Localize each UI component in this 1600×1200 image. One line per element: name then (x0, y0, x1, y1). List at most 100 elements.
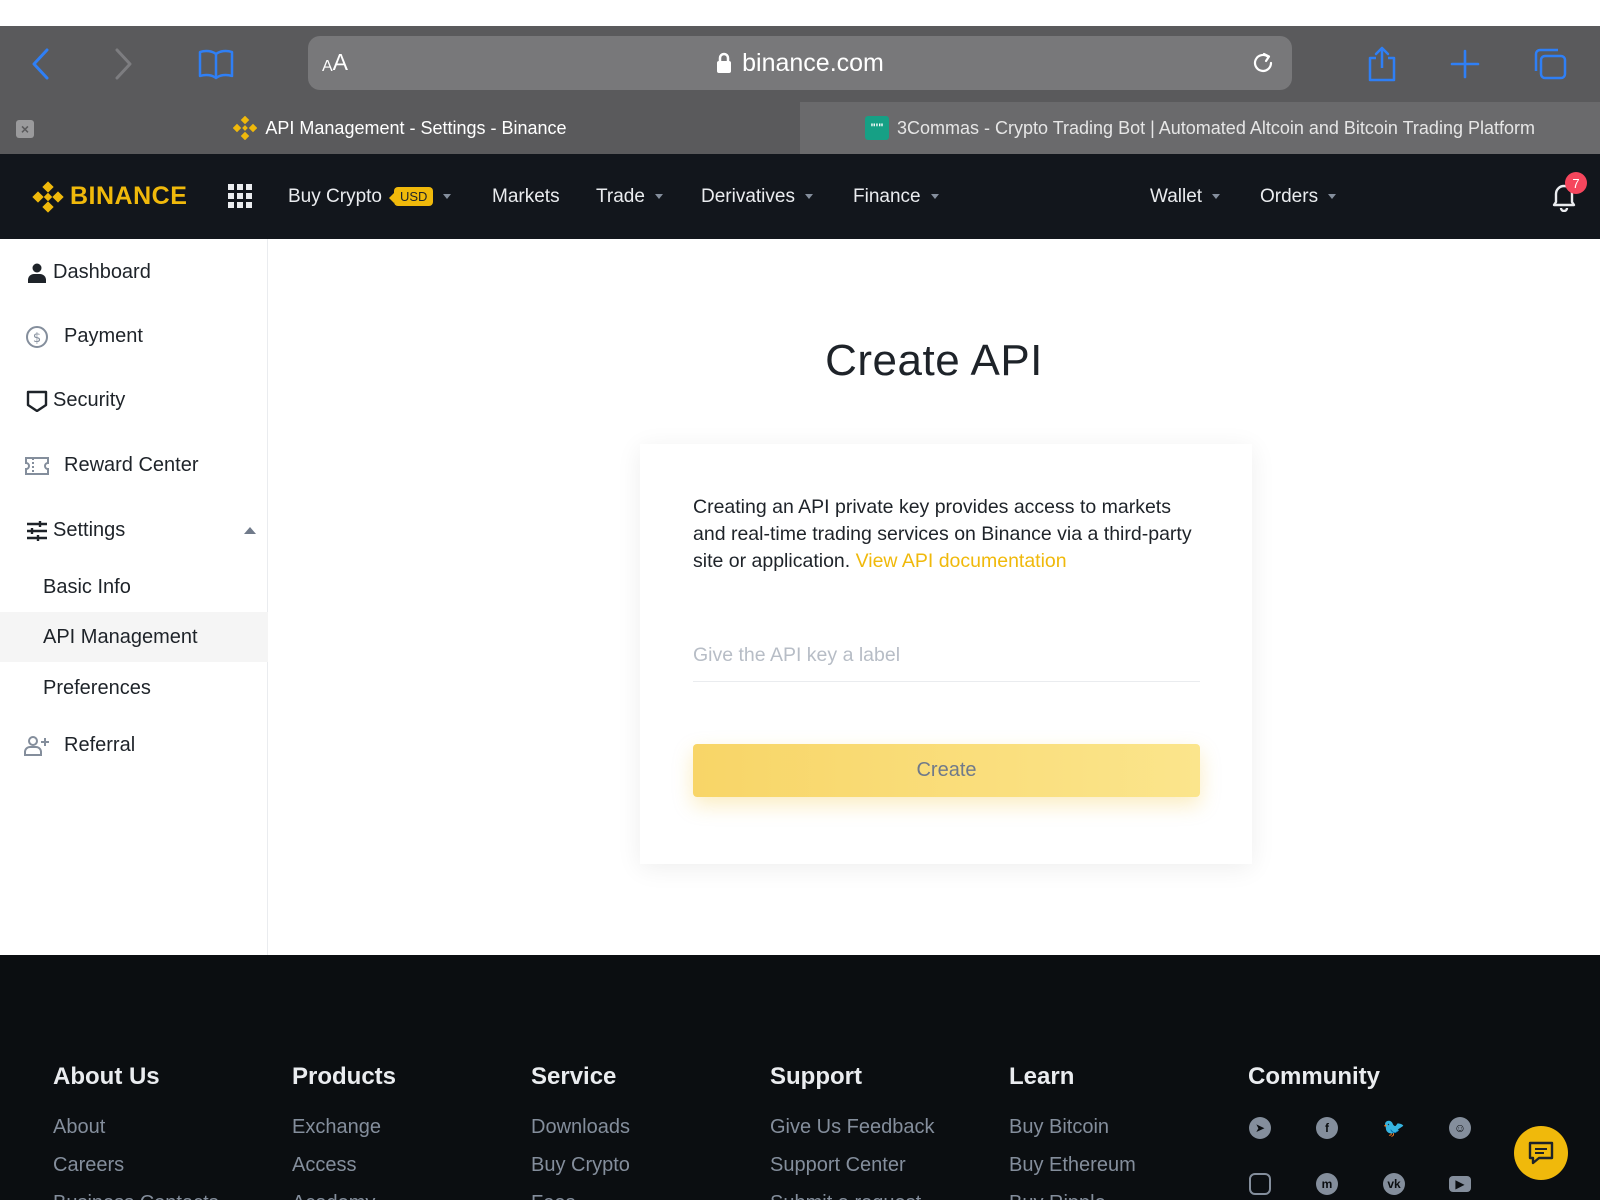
nav-derivatives[interactable]: Derivatives (701, 154, 813, 239)
sidebar-subitem-basic-info[interactable]: Basic Info (0, 562, 268, 612)
forward-button[interactable] (104, 44, 144, 84)
back-button[interactable] (20, 44, 60, 84)
tab-binance[interactable]: × API Management - Settings - Binance (0, 102, 800, 154)
sidebar-item-label: Settings (53, 518, 126, 541)
facebook-icon[interactable]: f (1316, 1117, 1338, 1139)
footer-link[interactable]: Business Contacts (53, 1192, 219, 1200)
address-bar[interactable]: AA binance.com (308, 36, 1292, 90)
footer-column-support: Support (770, 1063, 862, 1091)
binance-logo[interactable]: BINANCE (32, 154, 187, 239)
footer-link[interactable]: Academy (292, 1192, 375, 1200)
3commas-favicon-icon: "'" (865, 116, 889, 140)
footer-column-about: About Us (53, 1063, 160, 1091)
person-icon (24, 260, 50, 286)
sidebar-item-label: Basic Info (43, 575, 131, 598)
caret-down-icon (804, 194, 813, 199)
nav-orders[interactable]: Orders (1260, 154, 1337, 239)
nav-label: Trade (596, 185, 645, 207)
tab-bar: × API Management - Settings - Binance "'… (0, 102, 1600, 154)
chat-icon (1528, 1141, 1554, 1165)
nav-trade[interactable]: Trade (596, 154, 663, 239)
footer-link[interactable]: Downloads (531, 1116, 630, 1139)
reddit-icon[interactable]: ☺ (1449, 1117, 1471, 1139)
sidebar-item-label: Payment (64, 324, 143, 347)
dollar-circle-icon: $ (24, 324, 50, 350)
sidebar-subitem-preferences[interactable]: Preferences (0, 663, 268, 713)
chat-support-button[interactable] (1514, 1126, 1568, 1180)
chevron-left-icon (32, 48, 49, 80)
nav-markets[interactable]: Markets (492, 154, 560, 239)
notification-count-badge: 7 (1565, 172, 1587, 194)
binance-favicon-icon (233, 116, 258, 140)
footer-link[interactable]: Buy Bitcoin (1009, 1116, 1109, 1139)
footer-heading: Community (1248, 1063, 1380, 1090)
sidebar-subitem-api-management[interactable]: API Management (0, 612, 268, 662)
footer-link[interactable]: Give Us Feedback (770, 1116, 935, 1139)
twitter-icon[interactable]: 🐦 (1383, 1117, 1405, 1139)
sliders-icon (24, 518, 50, 544)
logo-text: BINANCE (70, 182, 188, 210)
sidebar-item-reward-center[interactable]: Reward Center (0, 440, 268, 490)
footer-heading: Learn (1009, 1063, 1075, 1090)
footer-link[interactable]: Support Center (770, 1154, 906, 1177)
footer-link[interactable]: Buy Ethereum (1009, 1154, 1136, 1177)
tab-3commas[interactable]: "'" 3Commas - Crypto Trading Bot | Autom… (800, 102, 1600, 154)
api-key-label-input[interactable] (693, 630, 1200, 682)
youtube-icon[interactable]: ▶ (1449, 1176, 1471, 1192)
reload-button[interactable] (1244, 44, 1282, 82)
api-docs-link[interactable]: View API documentation (856, 550, 1067, 572)
sidebar: Dashboard $ Payment Security Reward Cent… (0, 239, 268, 955)
footer-heading: Service (531, 1063, 617, 1090)
footer-link[interactable]: Submit a request (770, 1192, 921, 1200)
nav-wallet[interactable]: Wallet (1150, 154, 1221, 239)
vk-icon[interactable]: vk (1383, 1173, 1405, 1195)
lock-icon (717, 52, 732, 73)
instagram-icon[interactable] (1249, 1173, 1271, 1195)
new-tab-button[interactable] (1445, 44, 1485, 84)
footer-link[interactable]: Careers (53, 1154, 124, 1177)
sidebar-item-security[interactable]: Security (0, 375, 268, 425)
sidebar-item-label: Reward Center (64, 453, 199, 476)
sidebar-item-payment[interactable]: $ Payment (0, 311, 268, 361)
tabs-icon (1534, 48, 1567, 80)
create-api-button[interactable]: Create (693, 744, 1200, 797)
sidebar-item-settings[interactable]: Settings (0, 505, 268, 555)
footer-link[interactable]: Fees (531, 1192, 575, 1200)
caret-down-icon (1328, 194, 1337, 199)
sidebar-item-label: Security (53, 388, 126, 411)
coinmarketcap-icon[interactable]: m (1316, 1173, 1338, 1195)
sidebar-item-dashboard[interactable]: Dashboard (0, 247, 268, 297)
ticket-icon (24, 453, 50, 479)
status-strip (0, 0, 1600, 26)
sidebar-item-label: Dashboard (53, 260, 151, 283)
footer-link[interactable]: About (53, 1116, 105, 1139)
telegram-icon[interactable]: ➤ (1249, 1117, 1271, 1139)
page-title: Create API (825, 336, 1043, 385)
footer-column-community: Community (1248, 1063, 1380, 1091)
sidebar-item-label: Preferences (43, 676, 151, 699)
sidebar-item-referral[interactable]: Referral (0, 720, 268, 770)
footer-link[interactable]: Access (292, 1154, 356, 1177)
caret-down-icon (1212, 194, 1221, 199)
tabs-overview-button[interactable] (1530, 44, 1570, 84)
footer-heading: Products (292, 1063, 397, 1090)
nav-buy-crypto[interactable]: Buy Crypto USD (288, 154, 452, 239)
book-icon (198, 49, 234, 80)
footer-column-service: Service (531, 1063, 616, 1091)
footer-link[interactable]: Buy Crypto (531, 1154, 630, 1177)
reload-icon (1253, 52, 1273, 72)
sidebar-item-label: Referral (64, 733, 136, 756)
caret-down-icon (443, 194, 452, 199)
chevron-right-icon (115, 48, 132, 80)
nav-label: Derivatives (701, 185, 795, 207)
close-tab-button[interactable]: × (16, 120, 34, 138)
nav-label: Markets (492, 185, 560, 207)
apps-grid-icon[interactable] (228, 184, 252, 208)
share-button[interactable] (1362, 44, 1402, 84)
browser-toolbar: AA binance.com (0, 26, 1600, 102)
bookmarks-button[interactable] (196, 44, 236, 84)
footer-link[interactable]: Exchange (292, 1116, 381, 1139)
footer-link[interactable]: Buy Ripple (1009, 1192, 1106, 1200)
svg-text:$: $ (33, 331, 41, 346)
nav-finance[interactable]: Finance (853, 154, 939, 239)
